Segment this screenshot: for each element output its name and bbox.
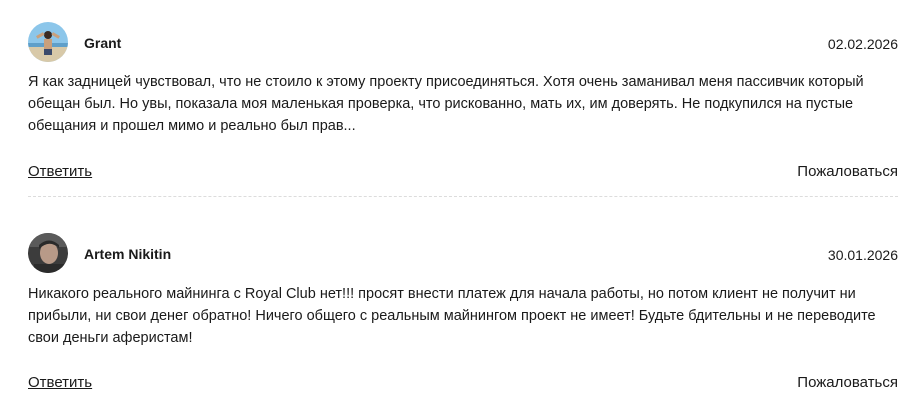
comment-author: Grant [84,35,122,51]
comment-actions: Ответить Пожаловаться [28,374,898,394]
reply-button[interactable]: Ответить [28,163,92,181]
report-button[interactable]: Пожаловаться [797,163,898,181]
avatar [28,233,68,273]
comment-text: Никакого реального майнинга с Royal Club… [28,286,876,346]
comment-text: Я как задницей чувствовал, что не стоило… [28,74,864,134]
comment-item: Grant 02.02.2026 Я как задницей чувствов… [28,22,898,180]
avatar [28,22,68,62]
comment-header: Grant 02.02.2026 [28,22,898,64]
comment-date: 02.02.2026 [827,36,898,52]
reply-button[interactable]: Ответить [28,374,92,392]
comment-item: Artem Nikitin 30.01.2026 Никакого реальн… [28,233,898,391]
comment-date: 30.01.2026 [827,247,898,263]
comment-actions: Ответить Пожаловаться [28,163,898,183]
comment-author: Artem Nikitin [84,246,172,262]
divider [28,196,898,197]
report-button[interactable]: Пожаловаться [797,374,898,392]
comment-header: Artem Nikitin 30.01.2026 [28,233,898,275]
